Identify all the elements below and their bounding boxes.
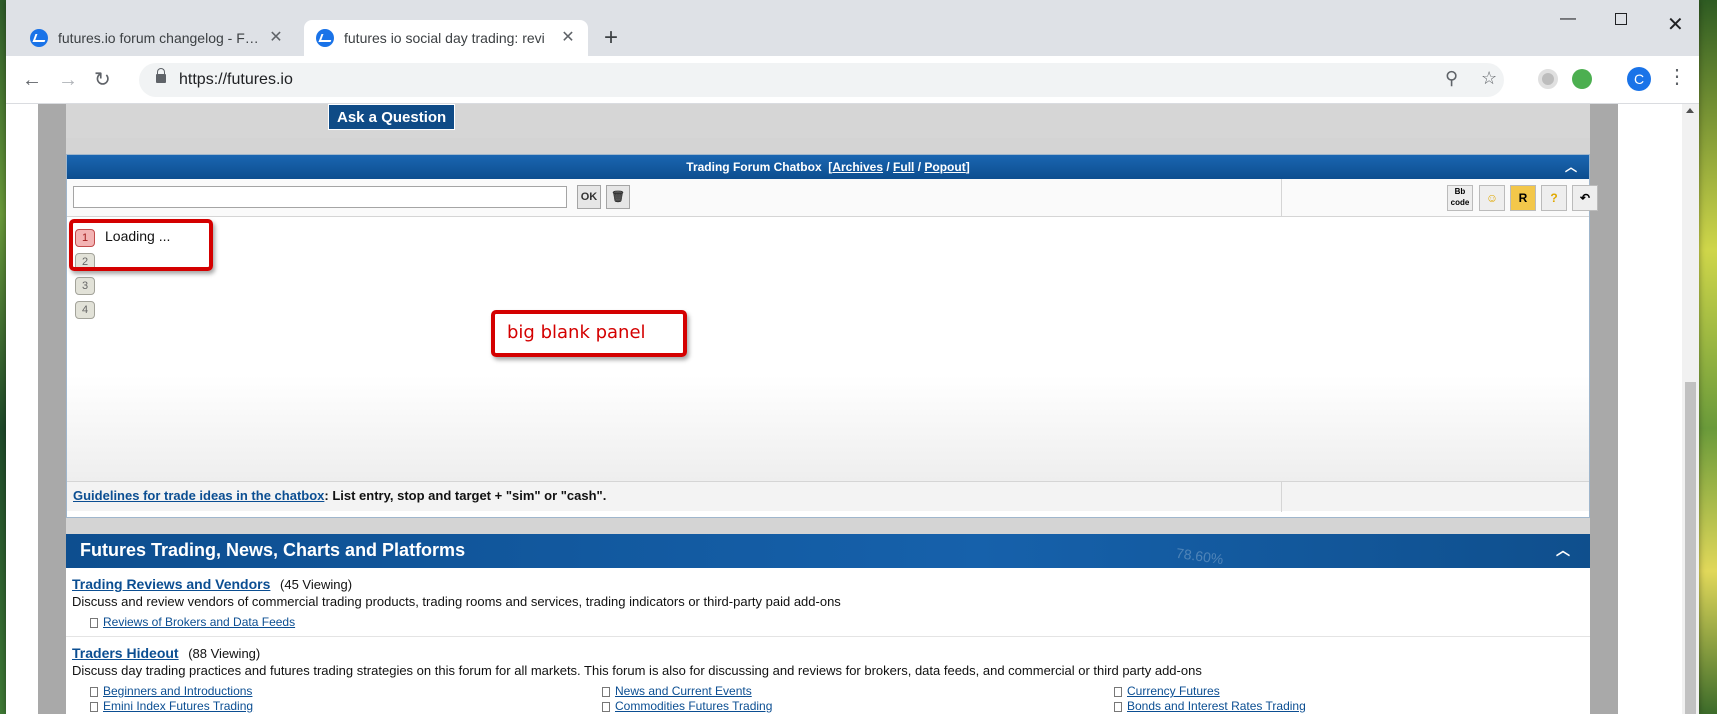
bookmark-star-icon[interactable]: ☆ <box>1481 68 1497 89</box>
scrollbar-thumb[interactable] <box>1685 382 1696 714</box>
forum-section-header: Futures Trading, News, Charts and Platfo… <box>66 534 1590 568</box>
subforum-link[interactable]: Reviews of Brokers and Data Feeds <box>90 615 602 630</box>
forum-section: Futures Trading, News, Charts and Platfo… <box>66 534 1590 714</box>
document-icon <box>602 701 610 712</box>
page-content: Ask a Question Trading Forum Chatbox [Ar… <box>66 104 1598 714</box>
r-icon[interactable]: R <box>1510 185 1536 211</box>
divider <box>1281 179 1282 217</box>
chat-messages-panel: 1 Loading ... 2 3 4 big blank panel <box>67 217 1589 481</box>
document-icon <box>602 686 610 697</box>
guidelines-link[interactable]: Guidelines for trade ideas in the chatbo… <box>73 488 324 503</box>
chatbox: Trading Forum Chatbox [Archives / Full /… <box>66 154 1598 518</box>
zoom-icon[interactable]: ⚲ <box>1445 68 1458 89</box>
url-text: https://futures.io <box>179 71 293 88</box>
smiley-icon[interactable]: ☺ <box>1479 185 1505 211</box>
header-background-text: 78.60% <box>1175 544 1225 568</box>
forum-description: Discuss and review vendors of commercial… <box>72 594 841 609</box>
document-icon <box>90 701 98 712</box>
guidelines-text: : List entry, stop and target + "sim" or… <box>324 488 607 503</box>
subforum-link[interactable]: News and Current Events <box>602 684 1114 699</box>
subforum-list: Beginners and Introductions News and Cur… <box>72 684 1584 714</box>
popout-link[interactable]: Popout <box>924 160 965 174</box>
close-icon[interactable]: ✕ <box>560 30 576 46</box>
new-tab-plus-icon[interactable]: + <box>604 26 618 50</box>
maximize-icon[interactable] <box>1615 12 1627 30</box>
chat-message-input[interactable] <box>73 186 567 208</box>
browser-window: futures.io forum changelog - Fee ✕ futur… <box>6 0 1699 714</box>
close-icon[interactable]: ✕ <box>268 30 284 46</box>
subforum-list: Reviews of Brokers and Data Feeds <box>72 615 1584 630</box>
divider <box>1281 482 1282 512</box>
forum-row: Trading Reviews and Vendors (45 Viewing)… <box>66 568 1590 637</box>
page-background: Ask a Question Trading Forum Chatbox [Ar… <box>38 104 1618 714</box>
forum-description: Discuss day trading practices and future… <box>72 663 1202 678</box>
forum-section-title: Futures Trading, News, Charts and Platfo… <box>80 540 466 560</box>
message-number-badge: 3 <box>75 277 95 295</box>
tab-title: futures io social day trading: revi <box>344 30 545 46</box>
extension-green-icon[interactable] <box>1572 69 1592 89</box>
undo-icon[interactable]: ↶ <box>1572 185 1598 211</box>
ask-bar: Ask a Question <box>66 104 1590 138</box>
viewing-count: (45 Viewing) <box>280 577 353 592</box>
message-number-badge: 4 <box>75 301 95 319</box>
subforum-link[interactable]: Bonds and Interest Rates Trading <box>1114 699 1594 714</box>
menu-dots-icon[interactable]: ⋮ <box>1667 67 1687 87</box>
chatbox-header: Trading Forum Chatbox [Archives / Full /… <box>67 155 1589 179</box>
tab-changelog[interactable]: futures.io forum changelog - Fee ✕ <box>18 20 296 56</box>
full-link[interactable]: Full <box>893 160 914 174</box>
browser-toolbar: ← → ↻ https://futures.io ⚲ ☆ C ⋮ <box>6 56 1699 104</box>
chatbox-footer: Guidelines for trade ideas in the chatbo… <box>67 481 1589 512</box>
tab-strip: futures.io forum changelog - Fee ✕ futur… <box>6 0 1699 56</box>
document-icon <box>1114 701 1122 712</box>
chatbox-title: Trading Forum Chatbox <box>686 160 822 174</box>
window-close-icon[interactable]: ✕ <box>1667 12 1684 37</box>
minimize-icon[interactable]: — <box>1560 10 1576 28</box>
desktop-wallpaper-right <box>1699 0 1717 714</box>
tab-title: futures.io forum changelog - Fee <box>58 30 260 46</box>
back-arrow-icon[interactable]: ← <box>22 70 42 90</box>
collapse-chevron-icon[interactable]: ︿ <box>1565 155 1577 179</box>
help-icon[interactable]: ? <box>1541 185 1567 211</box>
futures-io-favicon-icon <box>316 29 334 47</box>
subforum-link[interactable]: Currency Futures <box>1114 684 1594 699</box>
annotation-label: big blank panel <box>507 322 646 343</box>
address-bar[interactable]: https://futures.io ⚲ ☆ <box>139 63 1504 97</box>
futures-io-favicon-icon <box>30 29 48 47</box>
ok-button[interactable]: OK <box>577 185 601 209</box>
trash-icon[interactable]: 🗑 <box>606 185 630 209</box>
subforum-link[interactable]: Commodities Futures Trading <box>602 699 1114 714</box>
document-icon <box>90 686 98 697</box>
forum-link-trading-reviews[interactable]: Trading Reviews and Vendors <box>72 576 270 592</box>
chat-input-row: OK 🗑 Bb code ☺ R ? ↶ <box>67 179 1598 217</box>
ask-question-button[interactable]: Ask a Question <box>328 104 456 130</box>
collapse-chevron-icon[interactable]: ︿ <box>1556 534 1570 566</box>
subforum-link[interactable]: Emini Index Futures Trading <box>90 699 602 714</box>
document-icon <box>90 617 98 628</box>
viewing-count: (88 Viewing) <box>188 646 261 661</box>
page-scrollbar[interactable] <box>1682 104 1699 714</box>
document-icon <box>1114 686 1122 697</box>
scroll-up-arrow-icon[interactable] <box>1686 108 1694 113</box>
annotation-box-loading <box>69 219 213 271</box>
lock-icon <box>156 68 166 83</box>
forum-link-traders-hideout[interactable]: Traders Hideout <box>72 645 179 661</box>
page-viewport: Ask a Question Trading Forum Chatbox [Ar… <box>6 104 1699 714</box>
annotation-box-blank-panel: big blank panel <box>491 310 687 357</box>
forward-arrow-icon[interactable]: → <box>58 70 78 90</box>
reload-icon[interactable]: ↻ <box>94 70 111 90</box>
archives-link[interactable]: Archives <box>832 160 883 174</box>
extension-icon[interactable] <box>1538 69 1558 89</box>
profile-avatar[interactable]: C <box>1627 67 1651 91</box>
subforum-link[interactable]: Beginners and Introductions <box>90 684 602 699</box>
bbcode-icon[interactable]: Bb code <box>1447 185 1473 211</box>
forum-row: Traders Hideout (88 Viewing) Discuss day… <box>66 637 1590 714</box>
tab-futures-io[interactable]: futures io social day trading: revi ✕ <box>304 20 588 56</box>
